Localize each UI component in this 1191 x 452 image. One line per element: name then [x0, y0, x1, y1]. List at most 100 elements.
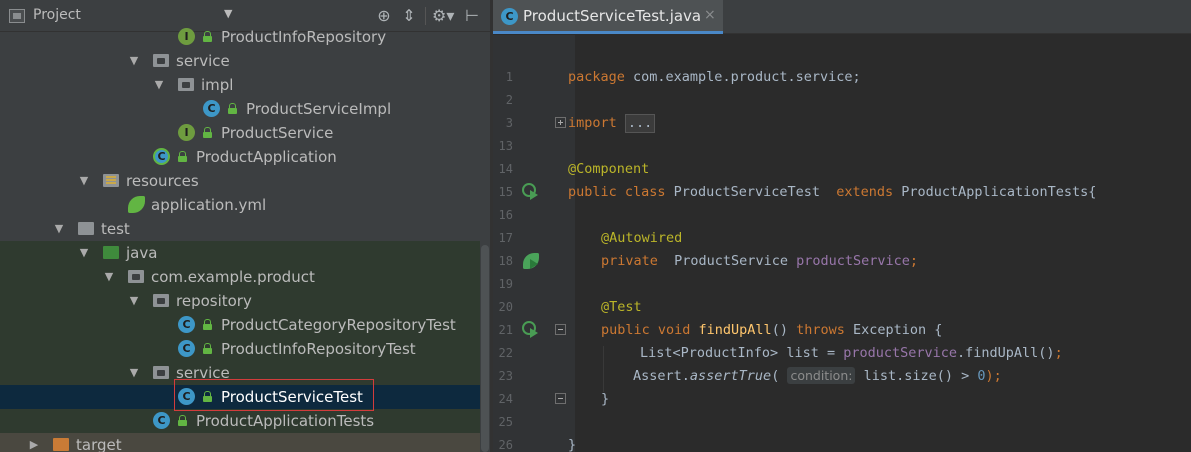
locate-icon[interactable]: ⊕: [375, 6, 393, 26]
lock-icon: [203, 127, 212, 138]
expand-arrow-icon[interactable]: ▼: [128, 293, 140, 309]
test-class-icon: C: [178, 316, 195, 333]
tree-node[interactable]: C ProductApplicationTests: [0, 409, 480, 433]
spring-boot-app-icon: C: [153, 148, 170, 165]
gear-icon[interactable]: ⚙▾: [432, 6, 454, 26]
tree-node[interactable]: ▼ service: [0, 361, 480, 385]
tree-node[interactable]: ▼ service: [0, 49, 480, 73]
close-icon[interactable]: ×: [704, 7, 716, 23]
folder-icon: [78, 222, 94, 235]
lock-icon: [203, 31, 212, 42]
expand-fold-icon[interactable]: [555, 117, 566, 128]
class-icon: C: [203, 100, 220, 117]
tree-node[interactable]: ▶ target: [0, 433, 480, 452]
tree-node[interactable]: I ProductInfoRepository: [0, 25, 480, 49]
line-number: 17: [498, 231, 513, 245]
tree-node[interactable]: ▼ java: [0, 241, 480, 265]
tree-node[interactable]: C ProductCategoryRepositoryTest: [0, 313, 480, 337]
tree-node[interactable]: ▼ repository: [0, 289, 480, 313]
run-test-icon[interactable]: [521, 182, 539, 200]
tree-node[interactable]: I ProductService: [0, 121, 480, 145]
tree-node[interactable]: ▼ resources: [0, 169, 480, 193]
package-folder-icon: [153, 54, 169, 67]
closing-brace: }: [568, 437, 577, 452]
tree-node-label: ProductApplication: [196, 148, 337, 166]
code-line: }: [601, 388, 609, 411]
code-text: .findUpAll(): [957, 345, 1055, 361]
chevron-down-icon[interactable]: ▼: [224, 7, 232, 20]
collapse-fold-icon[interactable]: [555, 324, 566, 335]
code-text: (): [771, 322, 797, 338]
indent-guide: [603, 346, 604, 392]
tree-node[interactable]: C ProductServiceImpl: [0, 97, 480, 121]
tree-node[interactable]: ▼ com.example.product: [0, 265, 480, 289]
tree-node[interactable]: C ProductApplication: [0, 145, 480, 169]
collapse-fold-icon[interactable]: [555, 393, 566, 404]
expand-arrow-icon[interactable]: ▼: [153, 77, 165, 93]
expand-arrow-icon[interactable]: ▼: [78, 173, 90, 189]
expand-arrow-icon[interactable]: ▶: [28, 437, 40, 452]
generic-type: <ProductInfo>: [672, 345, 779, 361]
tree-node-selected[interactable]: C ProductServiceTest: [0, 385, 480, 409]
resources-folder-icon: [103, 174, 119, 187]
class-name: Assert.: [633, 368, 690, 384]
tree-node[interactable]: ▼ test: [0, 217, 480, 241]
line-number: 3: [505, 116, 513, 130]
package-folder-icon: [153, 294, 169, 307]
line-number: 26: [498, 438, 513, 452]
number-literal: 0: [969, 368, 986, 384]
lock-icon: [178, 151, 187, 162]
collapse-all-icon[interactable]: ⇕: [400, 6, 418, 26]
tree-node-label: ProductServiceImpl: [246, 100, 392, 118]
field-name: productService: [843, 345, 958, 361]
editor-tab-bar: C ProductServiceTest.java ×: [493, 0, 1191, 34]
expand-arrow-icon[interactable]: ▼: [128, 365, 140, 381]
keyword: private: [601, 253, 658, 269]
line-number: 1: [505, 70, 513, 84]
code-line: private ProductService productService;: [601, 250, 918, 273]
tree-node-label: ProductService: [221, 124, 334, 142]
excluded-folder-icon: [53, 438, 69, 451]
field-name: productService: [796, 253, 910, 269]
lock-icon: [178, 415, 187, 426]
class-name: ProductServiceTest: [665, 184, 837, 200]
code-line: @Component: [568, 158, 649, 181]
test-class-icon: C: [153, 412, 170, 429]
test-source-folder-icon: [103, 246, 119, 259]
line-number: 18: [498, 254, 513, 268]
tree-node[interactable]: application.yml: [0, 193, 480, 217]
tree-node-label: application.yml: [151, 196, 267, 214]
tree-node-label: ProductInfoRepositoryTest: [221, 340, 416, 358]
tree-node-label: ProductInfoRepository: [221, 28, 387, 46]
tree-node-label: service: [176, 52, 230, 70]
tree-node-label: ProductServiceTest: [221, 388, 363, 406]
keyword: public class: [568, 184, 666, 200]
tree-node[interactable]: C ProductInfoRepositoryTest: [0, 337, 480, 361]
run-test-icon[interactable]: [521, 320, 539, 338]
code-line: }: [568, 434, 576, 452]
line-number: 16: [498, 208, 513, 222]
line-number: 19: [498, 277, 513, 291]
expand-arrow-icon[interactable]: ▼: [78, 245, 90, 261]
expand-arrow-icon[interactable]: ▼: [103, 269, 115, 285]
spring-bean-navigate-icon[interactable]: [521, 251, 541, 271]
expand-arrow-icon[interactable]: ▼: [53, 221, 65, 237]
expand-arrow-icon[interactable]: ▼: [128, 53, 140, 69]
folded-imports[interactable]: ...: [624, 114, 656, 133]
tree-node-label: test: [101, 220, 130, 238]
tree-node-label: service: [176, 364, 230, 382]
project-panel-title[interactable]: Project: [33, 7, 81, 23]
semicolon: );: [985, 368, 1002, 384]
tree-node[interactable]: ▼ impl: [0, 73, 480, 97]
code-text: (: [771, 368, 788, 384]
test-class-icon: C: [178, 340, 195, 357]
lock-icon: [203, 319, 212, 330]
editor-tab[interactable]: C ProductServiceTest.java ×: [493, 0, 723, 34]
line-number: 13: [498, 139, 513, 153]
hide-panel-icon[interactable]: ⊢: [462, 6, 482, 26]
annotation: @Autowired: [601, 230, 683, 246]
code-line: public void findUpAll() throws Exception…: [601, 319, 942, 342]
line-number: 2: [505, 93, 513, 107]
tree-scrollbar-thumb[interactable]: [481, 245, 489, 452]
tree-node-label: repository: [176, 292, 252, 310]
